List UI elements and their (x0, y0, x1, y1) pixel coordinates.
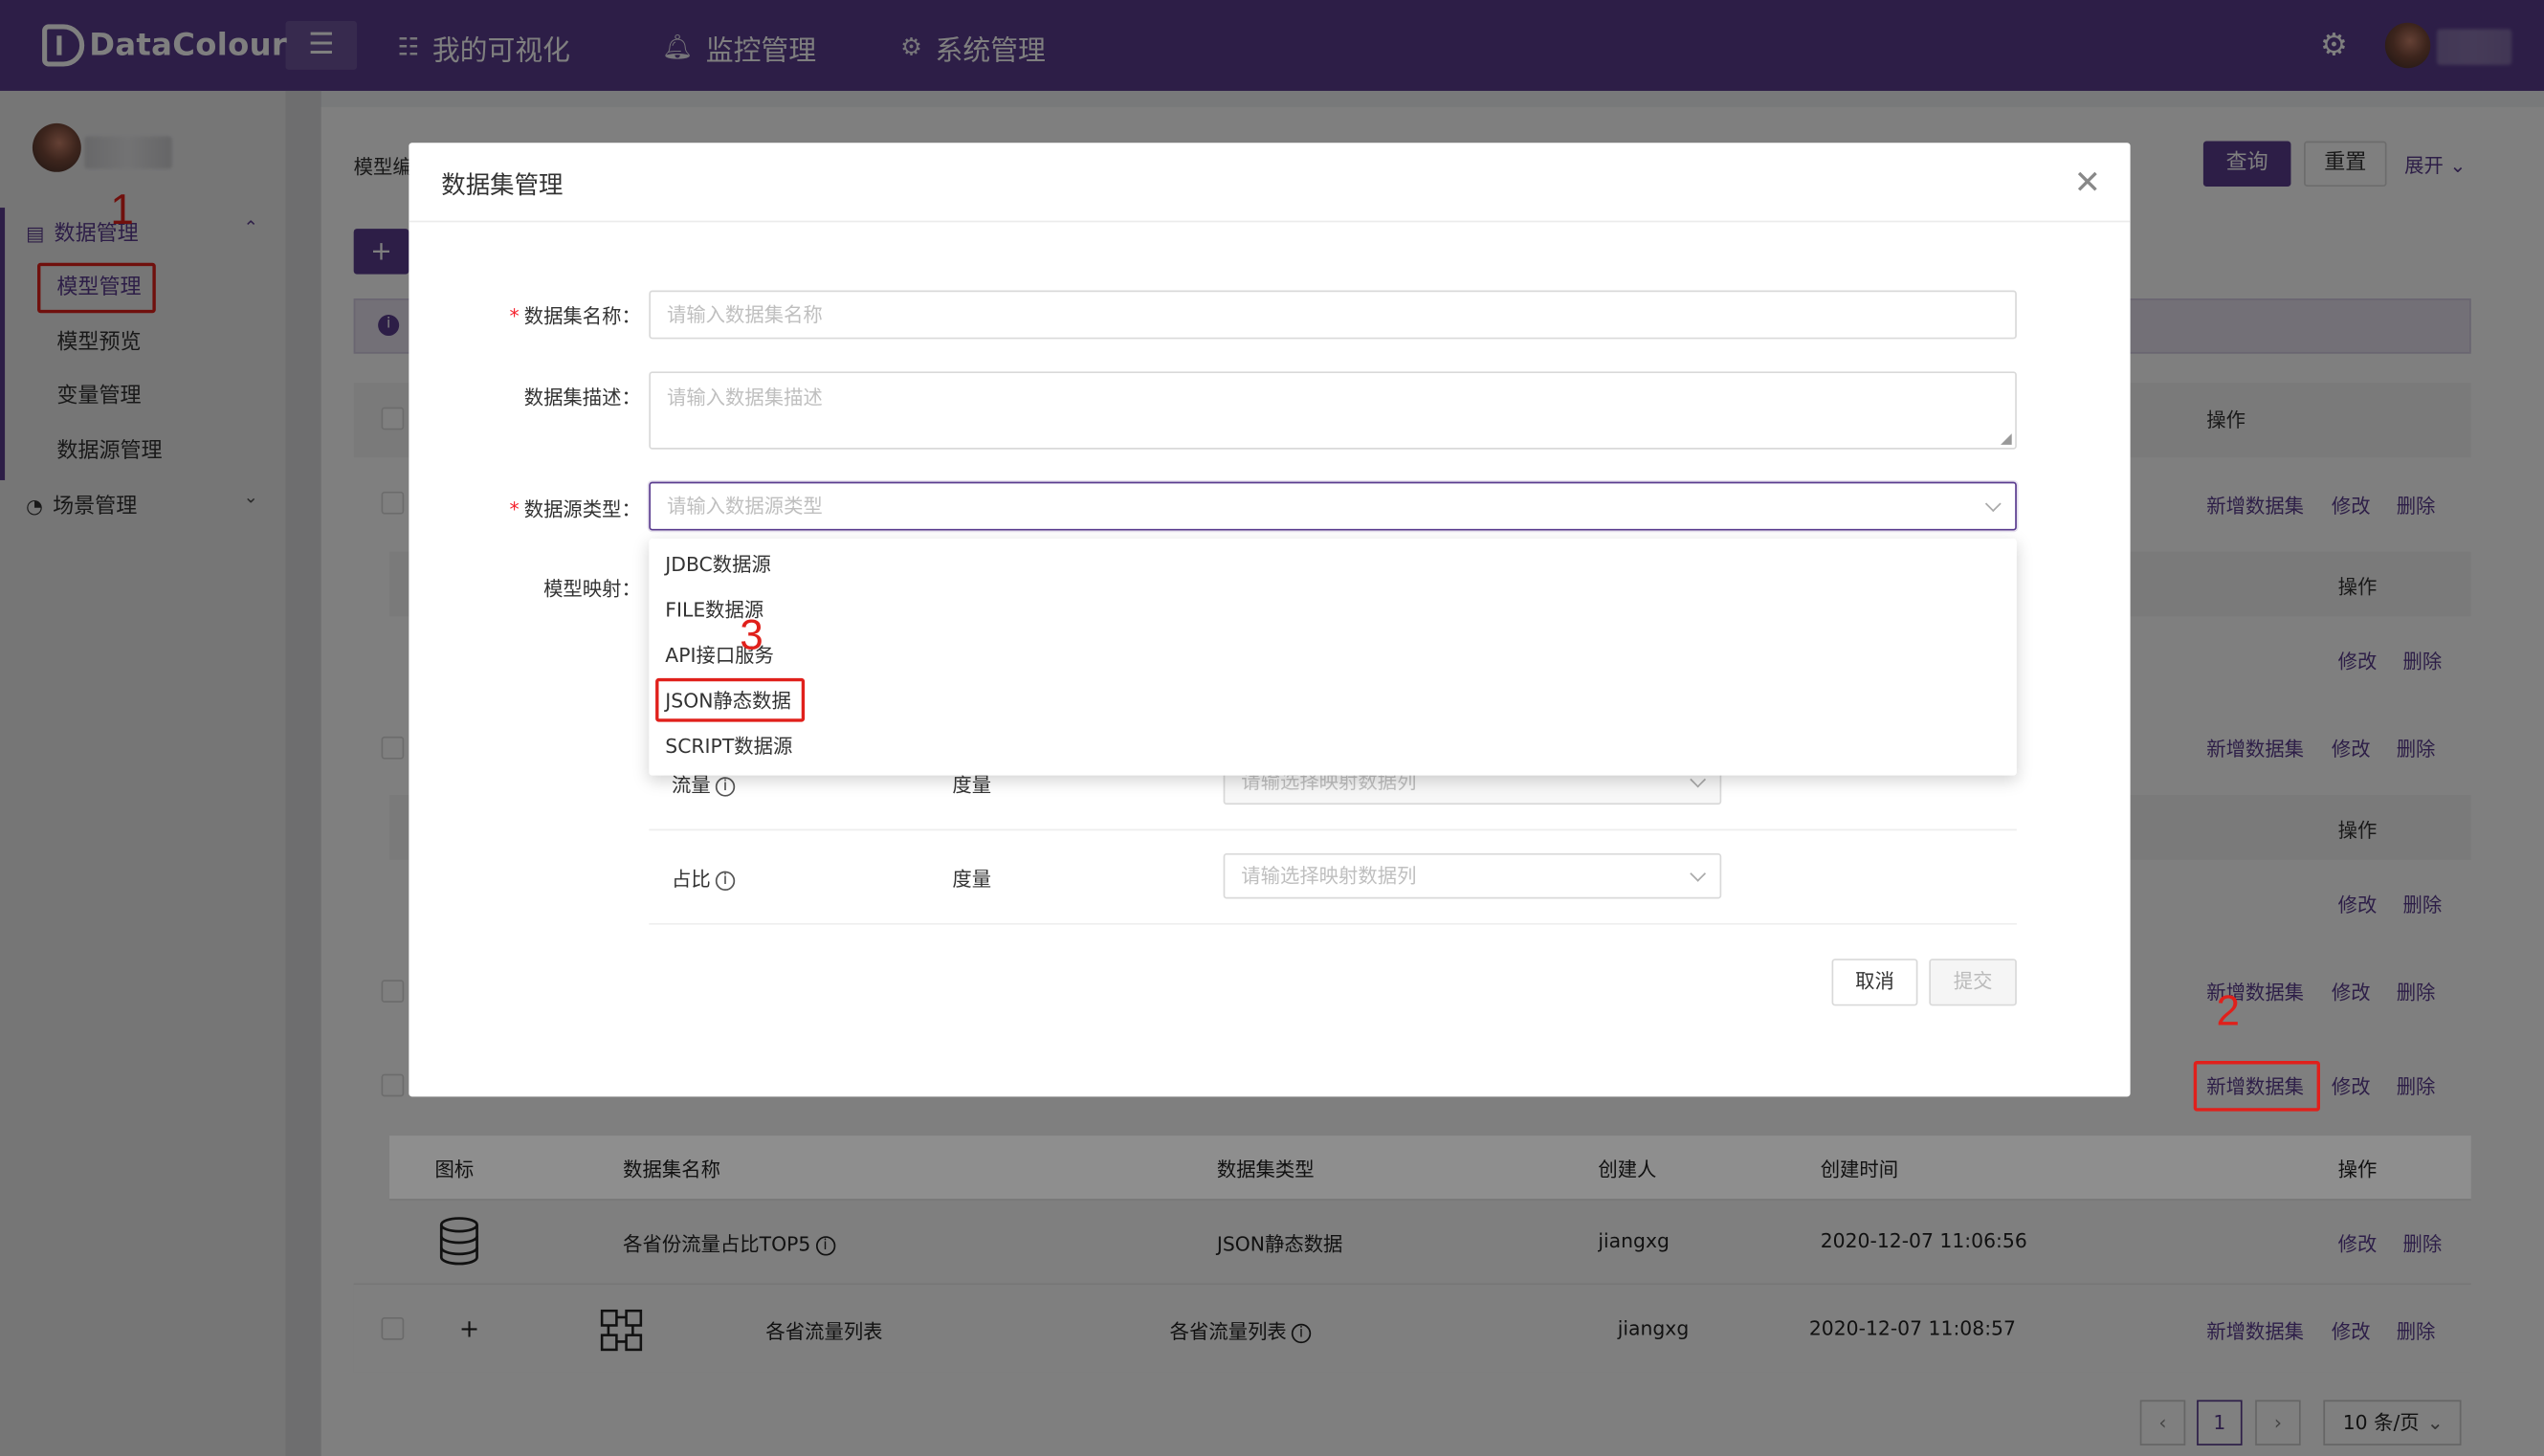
modal-header-divider (409, 220, 2131, 223)
label-text: 数据源类型： (523, 497, 641, 521)
annotation-step-3: 3 (740, 609, 763, 659)
divider (353, 1283, 2471, 1286)
datasource-type-select[interactable]: 请输入数据源类型 (649, 481, 2017, 531)
option-api[interactable]: API接口服务 (649, 632, 2017, 677)
edit-link[interactable]: 修改 (2332, 1317, 2371, 1345)
chevron-down-icon (1690, 865, 1707, 882)
datasource-type-label: * 数据源类型： (462, 495, 641, 522)
option-jdbc[interactable]: JDBC数据源 (649, 541, 2017, 586)
pagination-next-button[interactable]: › (2255, 1400, 2301, 1445)
datasource-type-dropdown: JDBC数据源 FILE数据源 API接口服务 JSON静态数据 SCRIPT数… (649, 539, 2017, 776)
database-icon (439, 1217, 478, 1266)
expand-row-button[interactable]: + (459, 1314, 479, 1344)
annotation-box-3 (655, 677, 806, 722)
col-header-icon: 图标 (434, 1158, 475, 1181)
option-script[interactable]: SCRIPT数据源 (649, 723, 2017, 768)
model-name-cell: 各省流量列表 (765, 1320, 883, 1344)
edit-link[interactable]: 修改 (2338, 1229, 2378, 1257)
mapping-field-ratio: 占比 i (672, 865, 736, 893)
placeholder-text: 请输入数据集描述 (666, 386, 823, 409)
model-table-row (353, 1285, 2471, 1373)
dataset-management-modal: 数据集管理 ✕ * 数据集名称： 请输入数据集名称 数据集描述： 请输入数据集描述… (409, 143, 2131, 1097)
model-icon (600, 1309, 643, 1352)
dataset-desc-textarea[interactable]: 请输入数据集描述 ◢ (649, 371, 2017, 450)
required-asterisk: * (509, 497, 520, 521)
delete-link[interactable]: 删除 (2402, 1229, 2442, 1257)
pagination-page-1[interactable]: 1 (2197, 1400, 2243, 1445)
placeholder-text: 请输选择映射数据列 (1241, 864, 1417, 888)
submit-button[interactable]: 提交 (1929, 959, 2017, 1006)
model-name2-text: 各省流量列表 (1169, 1320, 1287, 1344)
modal-title: 数据集管理 (441, 170, 564, 200)
info-circle-icon[interactable]: i (1291, 1322, 1312, 1343)
divider (388, 1199, 2471, 1201)
created-time-cell: 2020-12-07 11:06:56 (1820, 1229, 2027, 1253)
dataset-name-label: * 数据集名称： (462, 301, 641, 329)
chevron-down-icon (1984, 496, 2002, 513)
mapping-column-select[interactable]: 请输选择映射数据列 (1223, 852, 1722, 899)
chevron-right-icon: › (2273, 1411, 2282, 1435)
mapping-divider (649, 828, 2017, 831)
dataset-type-cell: JSON静态数据 (1216, 1232, 1343, 1256)
dataset-name-cell: 各省份流量占比TOP5 i (623, 1229, 835, 1257)
model-mapping-label: 模型映射： (543, 577, 641, 601)
info-circle-icon[interactable]: i (715, 776, 736, 796)
col-header-creator: 创建人 (1598, 1158, 1657, 1181)
model-name2-cell: 各省流量列表 i (1170, 1317, 1312, 1345)
pagination-prev-button[interactable]: ‹ (2139, 1400, 2186, 1445)
mapping-divider (649, 922, 2017, 925)
creator-cell: jiangxg (1598, 1229, 1670, 1253)
annotation-box-2 (2193, 1061, 2320, 1112)
info-circle-icon[interactable]: i (715, 870, 736, 891)
required-asterisk: * (509, 304, 520, 328)
created-time-cell: 2020-12-07 11:08:57 (1808, 1316, 2016, 1340)
close-icon[interactable]: ✕ (2074, 163, 2101, 202)
field-name: 流量 (672, 773, 711, 797)
delete-link[interactable]: 删除 (2397, 1317, 2436, 1345)
chevron-left-icon: ‹ (2158, 1411, 2167, 1435)
page-size-value: 10 条/页 (2342, 1411, 2420, 1435)
add-dataset-link[interactable]: 新增数据集 (2206, 1317, 2304, 1345)
annotation-step-2: 2 (2216, 986, 2240, 1035)
option-file[interactable]: FILE数据源 (649, 587, 2017, 632)
col-header-created-time: 创建时间 (1820, 1158, 1899, 1181)
field-name: 占比 (672, 868, 711, 891)
info-circle-icon[interactable]: i (815, 1235, 835, 1255)
creator-cell: jiangxg (1617, 1316, 1690, 1340)
row-checkbox[interactable] (381, 1316, 405, 1340)
dataset-desc-label: 数据集描述： (523, 386, 641, 409)
resize-handle-icon[interactable]: ◢ (2001, 431, 2012, 448)
col-header-dataset-name: 数据集名称 (623, 1158, 720, 1181)
label-text: 数据集名称： (523, 304, 641, 328)
page-size-select[interactable]: 10 条/页 ⌄ (2323, 1400, 2462, 1445)
chevron-down-icon: ⌄ (2426, 1411, 2444, 1435)
col-header-operation: 操作 (2337, 1158, 2378, 1181)
dataset-name-input[interactable]: 请输入数据集名称 (649, 290, 2017, 340)
col-header-dataset-type: 数据集类型 (1216, 1158, 1315, 1181)
dataset-name-text: 各省份流量占比TOP5 (623, 1232, 811, 1256)
mapping-kind: 度量 (952, 868, 992, 891)
option-json-static[interactable]: JSON静态数据 (649, 678, 2017, 723)
cancel-button[interactable]: 取消 (1831, 959, 1918, 1006)
placeholder-text: 请输入数据源类型 (666, 495, 823, 518)
